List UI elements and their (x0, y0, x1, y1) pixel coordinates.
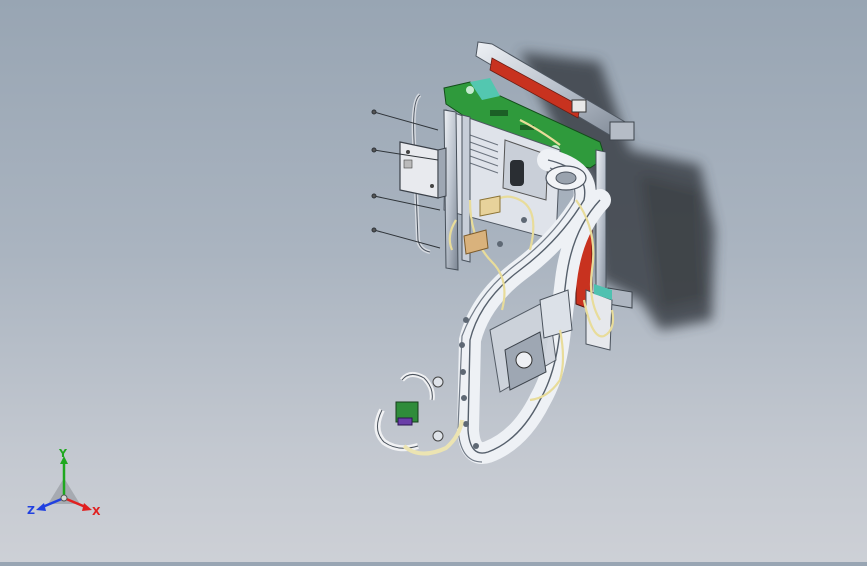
x-axis-arrow (82, 503, 92, 511)
triad-origin (60, 494, 68, 502)
y-axis-label: Y (58, 448, 68, 460)
control-module (399, 141, 447, 199)
z-axis-label: Z (27, 504, 35, 517)
z-axis-arrow (36, 503, 46, 511)
cad-model-canvas[interactable] (0, 0, 867, 562)
cad-3d-viewport[interactable]: Y Z X (0, 0, 867, 562)
lower-connector (374, 372, 464, 456)
axis-triad: Y Z X (26, 447, 104, 522)
x-axis-label: X (92, 505, 101, 518)
